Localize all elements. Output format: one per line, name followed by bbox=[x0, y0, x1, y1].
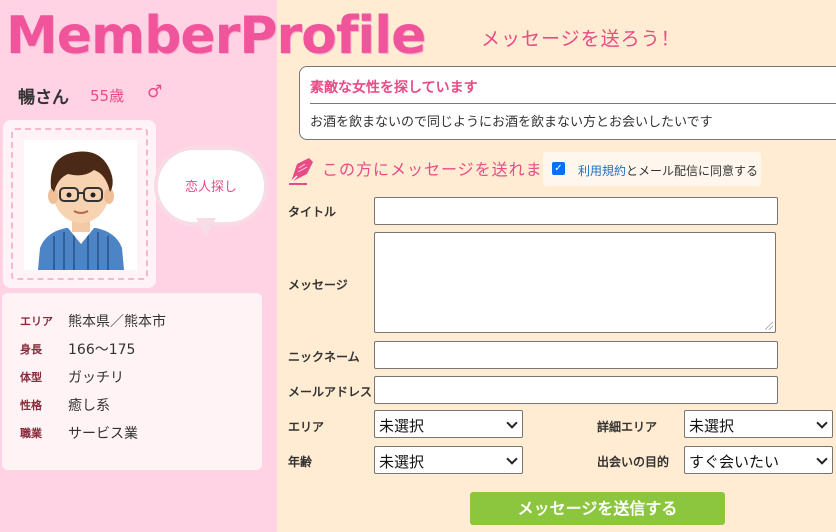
info-value: 癒し系 bbox=[68, 398, 110, 414]
member-age: 55歳 bbox=[90, 87, 125, 105]
tagline: メッセージを送ろう！ bbox=[481, 28, 681, 50]
nickname-label: ニックネーム bbox=[288, 350, 360, 364]
detail-area-label: 詳細エリア bbox=[597, 420, 658, 434]
message-label: メッセージ bbox=[288, 278, 348, 292]
age-select-value: 未選択 bbox=[379, 453, 425, 471]
photo-frame bbox=[3, 120, 156, 288]
detail-area-select-value: 未選択 bbox=[689, 417, 735, 435]
chevron-down-icon bbox=[506, 417, 518, 429]
avatar bbox=[24, 140, 137, 270]
pen-icon bbox=[289, 158, 313, 185]
title-input[interactable] bbox=[374, 197, 778, 225]
info-label: 職業 bbox=[20, 427, 42, 440]
info-label: エリア bbox=[20, 315, 53, 328]
avatar-illustration-icon bbox=[24, 140, 137, 270]
info-label: 身長 bbox=[20, 343, 42, 356]
info-label: 性格 bbox=[20, 399, 42, 412]
chevron-down-icon bbox=[506, 453, 518, 465]
intro-box: 素敵な女性を探しています お酒を飲まないので同じようにお酒を飲まない方とお会いし… bbox=[299, 66, 836, 140]
area-select-value: 未選択 bbox=[379, 417, 425, 435]
terms-link[interactable]: 利用規約 bbox=[578, 164, 626, 178]
purpose-label: 出会いの目的 bbox=[597, 455, 670, 469]
info-value: サービス業 bbox=[68, 426, 138, 442]
speech-bubble-tail bbox=[196, 218, 216, 238]
intro-title: 素敵な女性を探しています bbox=[310, 80, 478, 96]
area-label: エリア bbox=[288, 420, 325, 434]
agree-rest-text: とメール配信に同意する bbox=[626, 164, 759, 178]
send-message-button[interactable]: メッセージを送信する bbox=[470, 492, 725, 525]
bubble-text: 恋人探し bbox=[184, 180, 237, 195]
member-name: 暢さん bbox=[18, 88, 69, 108]
email-input[interactable] bbox=[374, 376, 778, 404]
speech-bubble: 恋人探し bbox=[154, 146, 268, 226]
message-textarea[interactable] bbox=[374, 232, 776, 333]
info-value: ガッチリ bbox=[68, 370, 124, 386]
detail-area-select[interactable]: 未選択 bbox=[684, 410, 833, 438]
email-label: メールアドレス bbox=[288, 385, 373, 399]
agree-checkbox[interactable]: ✓ bbox=[552, 162, 565, 175]
info-row-personality: 性格 癒し系 bbox=[2, 391, 262, 419]
agree-box: ✓ 利用規約とメール配信に同意する bbox=[543, 152, 761, 186]
area-select[interactable]: 未選択 bbox=[374, 410, 523, 438]
agree-text: 利用規約とメール配信に同意する bbox=[578, 162, 758, 179]
age-label: 年齢 bbox=[288, 455, 313, 469]
info-row-height: 身長 166〜175 bbox=[2, 335, 262, 363]
photo-border bbox=[11, 128, 148, 280]
info-value: 熊本県／熊本市 bbox=[68, 314, 166, 330]
title-label: タイトル bbox=[288, 205, 337, 219]
intro-text: お酒を飲まないので同じようにお酒を飲まない方とお会いしたいです bbox=[310, 115, 713, 130]
nickname-input[interactable] bbox=[374, 341, 778, 369]
male-symbol-icon: ♂ bbox=[147, 82, 163, 102]
info-row-occupation: 職業 サービス業 bbox=[2, 419, 262, 447]
resize-grip-icon[interactable] bbox=[765, 322, 773, 330]
purpose-select-value: すぐ会いたい bbox=[689, 453, 780, 471]
info-row-area: エリア 熊本県／熊本市 bbox=[2, 307, 262, 335]
info-label: 体型 bbox=[20, 371, 42, 384]
age-select[interactable]: 未選択 bbox=[374, 446, 523, 474]
chevron-down-icon bbox=[816, 417, 828, 429]
profile-info-card: エリア 熊本県／熊本市 身長 166〜175 体型 ガッチリ 性格 癒し系 職業… bbox=[2, 293, 262, 470]
send-heading: この方にメッセージを送れます bbox=[322, 160, 560, 179]
info-row-body-type: 体型 ガッチリ bbox=[2, 363, 262, 391]
purpose-select[interactable]: すぐ会いたい bbox=[684, 446, 833, 474]
chevron-down-icon bbox=[816, 453, 828, 465]
info-value: 166〜175 bbox=[68, 342, 136, 358]
intro-divider bbox=[310, 103, 836, 104]
site-logo: MemberProfile bbox=[6, 6, 426, 66]
